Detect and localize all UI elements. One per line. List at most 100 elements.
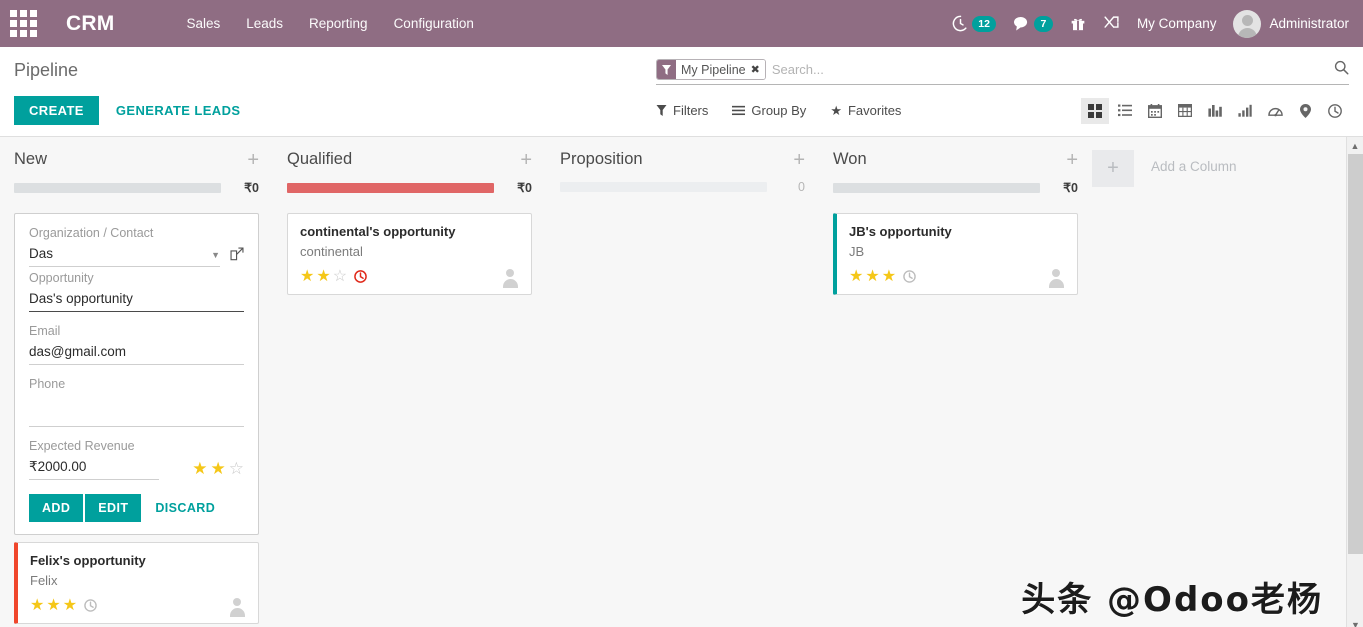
view-switcher: [1081, 97, 1349, 124]
plus-icon[interactable]: +: [1092, 150, 1134, 187]
gift-button[interactable]: [1070, 15, 1086, 32]
menu-item-sales[interactable]: Sales: [186, 16, 220, 31]
pivot-view-button[interactable]: [1171, 98, 1199, 124]
search-facet-my-pipeline[interactable]: My Pipeline ✖: [656, 59, 766, 80]
user-avatar-icon[interactable]: [501, 268, 519, 288]
developer-tools-button[interactable]: [1103, 15, 1120, 32]
apps-menu-button[interactable]: [0, 0, 46, 47]
dashboard-view-button[interactable]: [1261, 98, 1289, 124]
star-filled-icon[interactable]: ★: [849, 269, 863, 285]
plus-icon[interactable]: +: [247, 150, 259, 170]
add-column-label[interactable]: Add a Column: [1151, 159, 1237, 174]
menu-item-configuration[interactable]: Configuration: [394, 16, 474, 31]
clock-icon[interactable]: [84, 598, 97, 614]
company-switcher[interactable]: My Company: [1137, 16, 1217, 31]
kanban-card-continental[interactable]: continental's opportunity continental ★ …: [287, 213, 532, 295]
discard-button[interactable]: DISCARD: [155, 501, 215, 515]
organization-field-row: ▼: [29, 244, 244, 267]
star-filled-icon[interactable]: ★: [192, 460, 207, 477]
email-label: Email: [29, 324, 61, 338]
list-view-button[interactable]: [1111, 98, 1139, 124]
plus-icon[interactable]: +: [793, 150, 805, 170]
kanban-column-title[interactable]: Won: [833, 150, 867, 169]
kanban-column-title-row: Qualified +: [287, 150, 532, 170]
external-link-icon[interactable]: [230, 247, 244, 264]
calendar-view-button[interactable]: [1141, 98, 1169, 124]
scrollbar-thumb[interactable]: [1348, 154, 1363, 554]
kanban-progressbar[interactable]: [833, 182, 1040, 193]
kanban-card-footer: ★ ★ ☆: [300, 268, 519, 288]
star-filled-icon[interactable]: ★: [882, 269, 896, 285]
kanban-card-jb[interactable]: JB's opportunity JB ★ ★ ★: [833, 213, 1078, 295]
app-brand-crm[interactable]: CRM: [66, 12, 114, 36]
messaging-menu-button[interactable]: 7: [1013, 15, 1053, 32]
add-button[interactable]: ADD: [29, 494, 84, 522]
expected-revenue-label: Expected Revenue: [29, 439, 135, 453]
menu-item-leads[interactable]: Leads: [246, 16, 283, 31]
activity-view-button[interactable]: [1321, 98, 1349, 124]
opportunity-input[interactable]: [29, 289, 244, 312]
kanban-card-subtitle: Felix: [30, 573, 58, 588]
kanban-column-header: New + ₹0: [14, 137, 259, 195]
kanban-board: New + ₹0 Organization / Contact Das ▼ Op…: [0, 137, 1363, 627]
user-avatar-icon[interactable]: [1047, 268, 1065, 288]
search-input[interactable]: [771, 62, 1326, 77]
map-pin-icon: [1299, 103, 1311, 118]
chevron-up-icon[interactable]: ▲: [1347, 137, 1363, 154]
plus-icon[interactable]: +: [520, 150, 532, 170]
user-avatar-icon[interactable]: [228, 597, 246, 617]
kanban-column-title[interactable]: Qualified: [287, 150, 352, 169]
groupby-dropdown[interactable]: Group By: [732, 103, 806, 118]
kanban-progressbar[interactable]: [14, 182, 221, 193]
graph-view-button[interactable]: [1201, 98, 1229, 124]
star-filled-icon[interactable]: ★: [46, 598, 60, 614]
cohort-view-button[interactable]: [1231, 98, 1259, 124]
menu-item-reporting[interactable]: Reporting: [309, 16, 368, 31]
map-view-button[interactable]: [1291, 98, 1319, 124]
organization-input[interactable]: [29, 244, 220, 267]
email-input[interactable]: [29, 342, 244, 365]
filters-dropdown[interactable]: Filters: [656, 103, 708, 118]
clock-icon[interactable]: [354, 269, 367, 285]
star-filled-icon[interactable]: ★: [63, 598, 77, 614]
expected-revenue-input[interactable]: [29, 457, 159, 480]
kanban-card-priority-stars[interactable]: ★ ★ ★: [30, 598, 77, 614]
vertical-scrollbar[interactable]: ▲ ▼: [1346, 137, 1363, 627]
star-filled-icon[interactable]: ★: [30, 598, 44, 614]
kanban-column-title[interactable]: Proposition: [560, 150, 643, 169]
kanban-card-priority-stars[interactable]: ★ ★ ☆: [300, 269, 347, 285]
clock-icon: [1328, 103, 1342, 118]
generate-leads-button[interactable]: GENERATE LEADS: [116, 103, 241, 118]
kanban-column-header: Won + ₹0: [833, 137, 1078, 195]
star-empty-icon[interactable]: ☆: [333, 269, 347, 285]
star-empty-icon[interactable]: ☆: [229, 460, 244, 477]
kanban-view-button[interactable]: [1081, 97, 1109, 124]
priority-stars[interactable]: ★ ★ ☆: [192, 460, 244, 480]
opportunity-label: Opportunity: [29, 271, 94, 285]
plus-icon[interactable]: +: [1066, 150, 1078, 170]
edit-button[interactable]: EDIT: [85, 494, 142, 522]
favorites-dropdown[interactable]: ★ Favorites: [830, 103, 901, 118]
close-x-icon[interactable]: ✖: [751, 63, 760, 76]
kanban-progressbar[interactable]: [560, 182, 767, 192]
user-menu-button[interactable]: Administrator: [1233, 9, 1349, 38]
search-magnifier-icon[interactable]: [1326, 60, 1349, 80]
kanban-card-felix[interactable]: Felix's opportunity Felix ★ ★ ★: [14, 542, 259, 624]
breadcrumb[interactable]: Pipeline: [14, 59, 78, 81]
search-bar[interactable]: My Pipeline ✖: [656, 59, 1349, 85]
apps-grid-icon: [9, 10, 37, 37]
activity-menu-button[interactable]: 12: [952, 15, 996, 32]
control-panel: Pipeline My Pipeline ✖ CREATE GEN: [0, 47, 1363, 137]
filter-funnel-icon: [657, 60, 676, 79]
star-filled-icon[interactable]: ★: [865, 269, 879, 285]
kanban-column-title[interactable]: New: [14, 150, 47, 169]
kanban-progressbar[interactable]: [287, 182, 494, 193]
clock-icon[interactable]: [903, 269, 916, 285]
phone-input[interactable]: [29, 395, 244, 427]
create-button[interactable]: CREATE: [14, 96, 99, 125]
star-filled-icon[interactable]: ★: [211, 460, 226, 477]
kanban-card-priority-stars[interactable]: ★ ★ ★: [849, 269, 896, 285]
chevron-down-icon[interactable]: ▼: [1347, 616, 1363, 627]
star-filled-icon[interactable]: ★: [316, 269, 330, 285]
star-filled-icon[interactable]: ★: [300, 269, 314, 285]
